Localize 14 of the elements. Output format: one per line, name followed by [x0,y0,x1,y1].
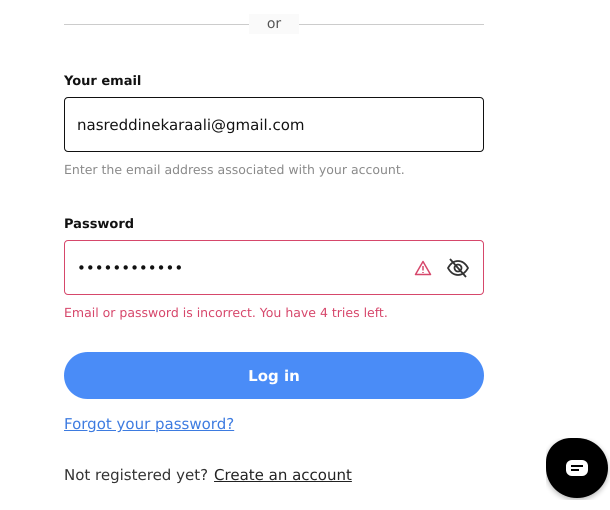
chat-button[interactable] [546,438,608,498]
password-field[interactable]: •••••••••••• [64,240,484,295]
field-label: Password [64,217,136,232]
create-account-link[interactable]: Create an account [214,466,352,484]
forgot-password-link[interactable]: Forgot your password? [64,415,234,433]
eye-slash-icon[interactable] [446,256,470,278]
register-prompt: Not registered yet? [64,466,208,484]
error-message: Email or password is incorrect. You have 4 tries left. [64,305,389,320]
hint-text: Enter the email address associated with your account. [64,162,406,177]
divider-label: or [248,14,300,34]
field-label: Your email [64,74,142,89]
email-field[interactable]: nasreddinekaraali@gmail.com [64,97,484,152]
chat-icon [566,460,588,476]
warning-icon [414,260,432,276]
